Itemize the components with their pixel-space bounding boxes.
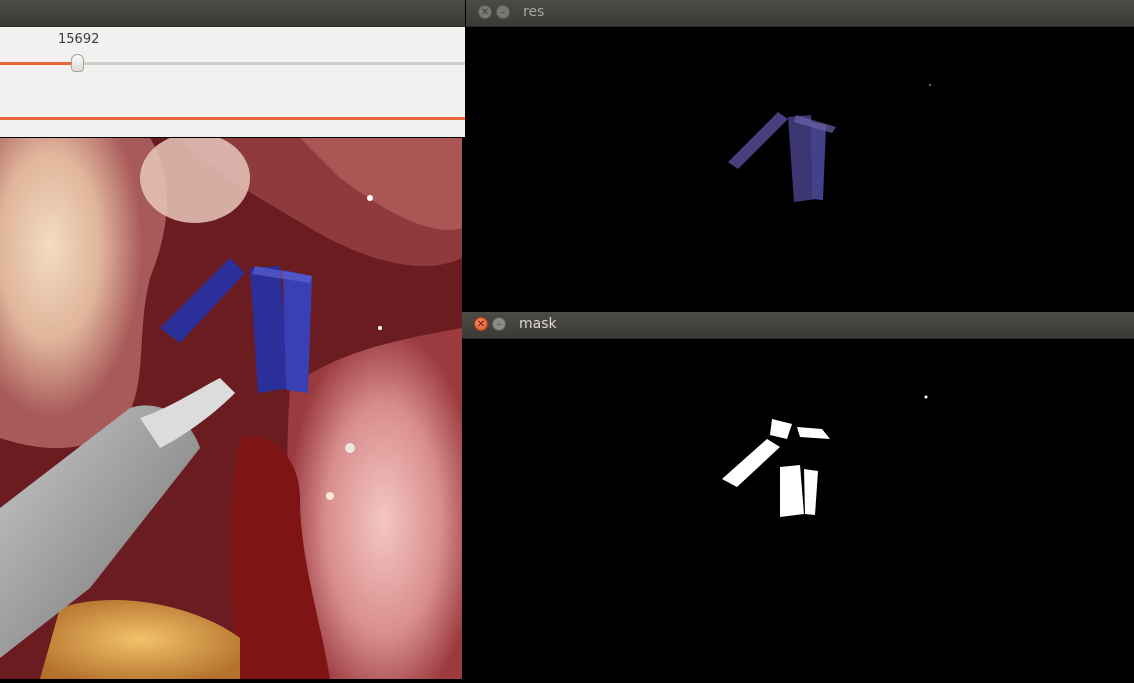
trackbar-underline (0, 117, 465, 120)
video-window: 15692 (0, 0, 465, 679)
minimize-icon[interactable]: – (492, 317, 506, 331)
res-window-titlebar[interactable]: ✕ – res (466, 0, 1134, 27)
trackbar-value: 15692 (58, 32, 100, 47)
mask-image (462, 339, 1134, 679)
mask-window-titlebar[interactable]: ✕ – mask (462, 312, 1134, 339)
slider-fill (0, 62, 78, 65)
trackbar-spacer (0, 123, 465, 137)
mask-binary-image (462, 339, 1134, 679)
window-title-mask: mask (519, 316, 557, 332)
surgical-video-frame (0, 138, 462, 679)
res-window: ✕ – res (466, 0, 1134, 312)
mask-window: ✕ – mask (462, 312, 1134, 679)
video-window-titlebar[interactable] (0, 0, 465, 27)
trackbar-panel: 15692 (0, 27, 465, 137)
slider-track[interactable] (0, 62, 465, 65)
res-segmentation-image (466, 27, 1134, 312)
close-icon[interactable]: ✕ (474, 317, 488, 331)
minimize-icon[interactable]: – (496, 5, 510, 19)
res-image (466, 27, 1134, 312)
close-icon[interactable]: ✕ (478, 5, 492, 19)
window-title-res: res (523, 4, 545, 20)
slider-handle[interactable] (71, 54, 84, 72)
surgical-scene-image (0, 138, 462, 679)
